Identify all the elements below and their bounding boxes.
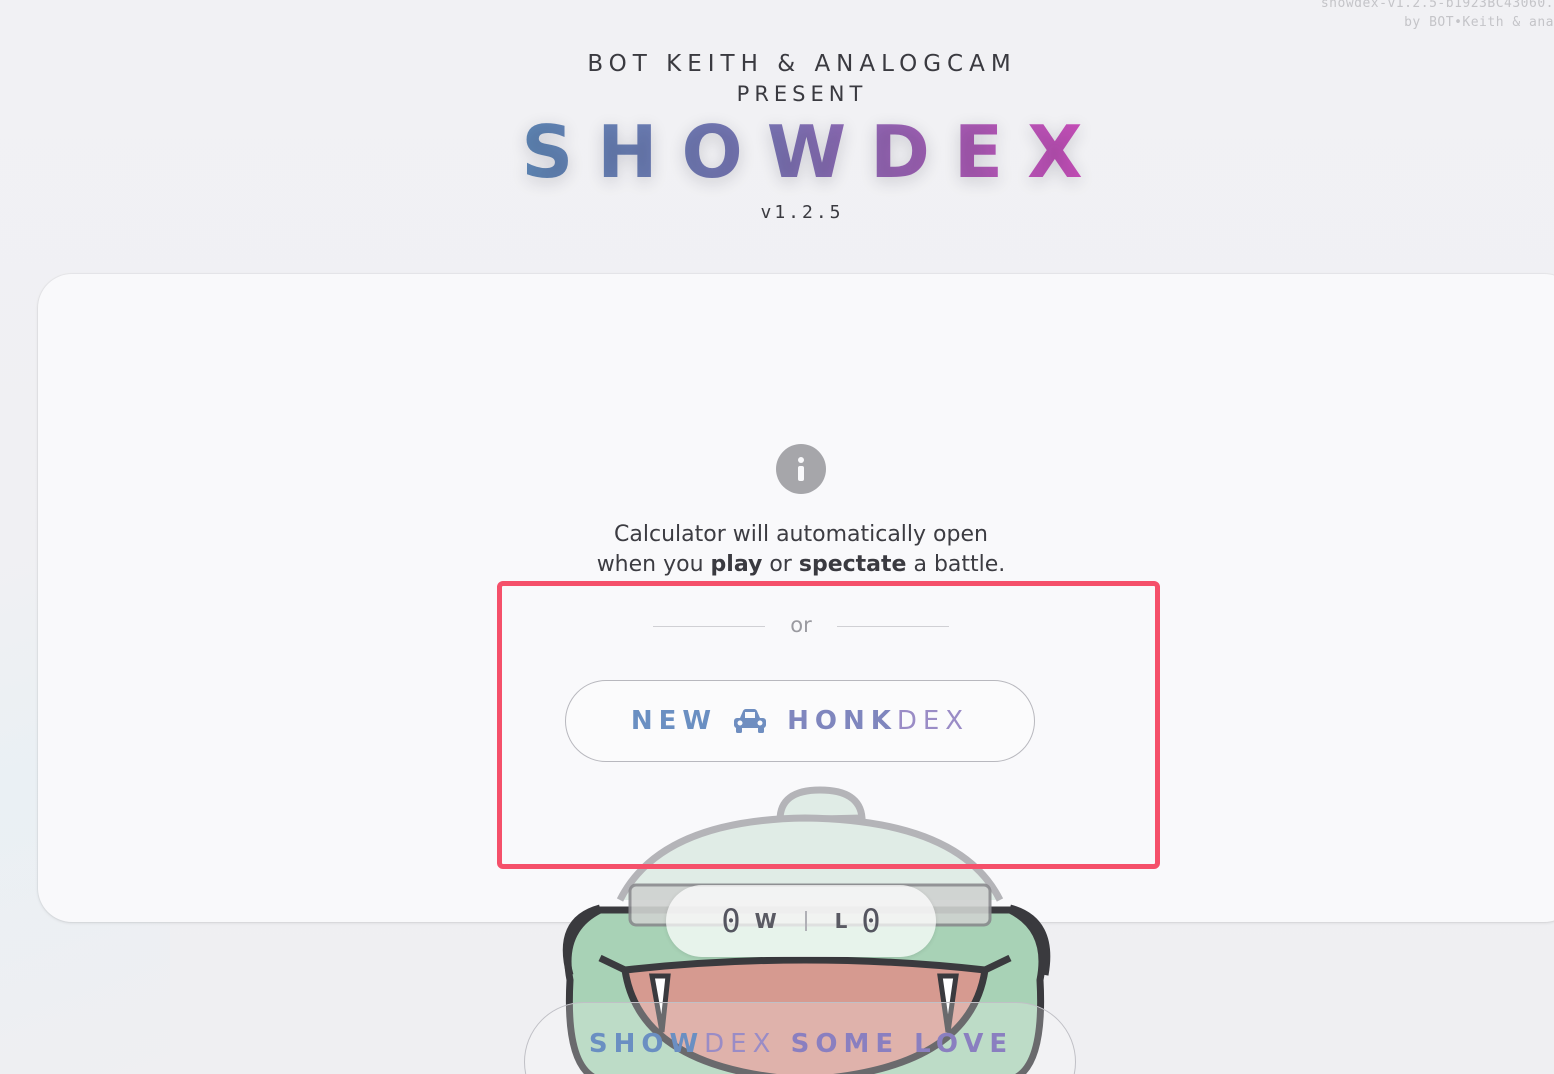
love-show-label: SHOW (588, 1029, 705, 1059)
play-emphasis: play (710, 552, 763, 577)
presenters-label: BOT KEITH & ANALOGCAM (587, 51, 1017, 77)
present-label: PRESENT (736, 82, 868, 106)
love-some-love-label: SOME LOVE (790, 1029, 1014, 1059)
showdex-logo: SHOWDEX (497, 110, 1106, 194)
wins-count: 0 (721, 902, 741, 940)
showdex-some-love-button[interactable]: SHOWDEX SOME LOVE (524, 1002, 1076, 1074)
auto-open-message: Calculator will automatically open when … (0, 520, 1554, 580)
wins-label: W (754, 909, 777, 933)
build-info-line-1: showdex-v1.2.5-b1923BC43060. (1320, 0, 1554, 11)
win-loss-record: 0 W L 0 (666, 885, 936, 957)
build-info-line-2: by BOT•Keith & ana (1404, 15, 1554, 30)
message-line-2: when you play or spectate a battle. (596, 552, 1006, 577)
losses-label: L (834, 909, 848, 933)
highlight-annotation-box (497, 581, 1160, 869)
losses-count: 0 (861, 902, 881, 940)
love-dex-label: DEX (704, 1029, 777, 1059)
version-label: v1.2.5 (760, 202, 844, 223)
build-info: showdex-v1.2.5-b1923BC43060. by BOT•Keit… (1321, 0, 1554, 32)
header: BOT KEITH & ANALOGCAM PRESENT SHOWDEX v1… (0, 50, 1554, 223)
message-line-1: Calculator will automatically open (614, 522, 988, 547)
info-icon (776, 444, 826, 494)
record-separator (804, 911, 807, 931)
love-button-label: SHOWDEX SOME LOVE (525, 1029, 1077, 1059)
spectate-emphasis: spectate (798, 552, 907, 577)
showdex-hellodex-page: showdex-v1.2.5-b1923BC43060. by BOT•Keit… (0, 0, 1554, 1074)
